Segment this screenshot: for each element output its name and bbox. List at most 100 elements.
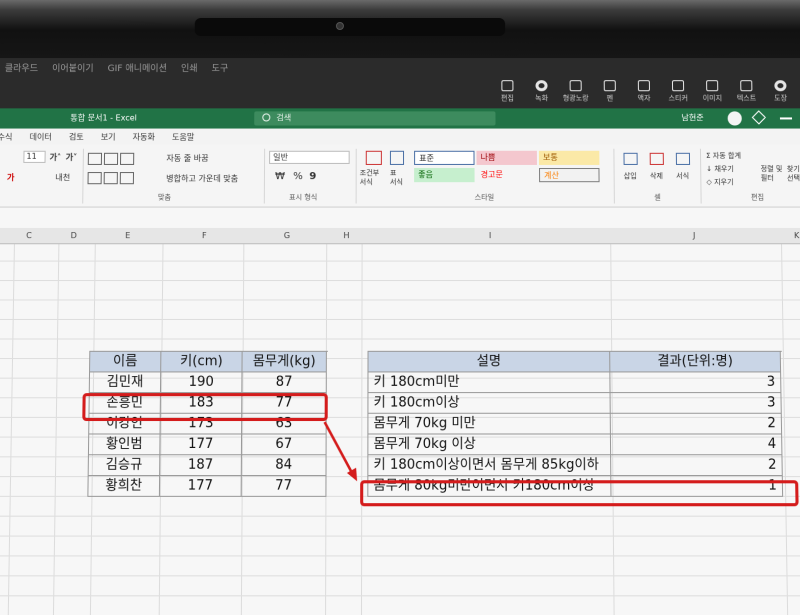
style-good[interactable]: 좋음 xyxy=(414,168,474,182)
table-header-cell[interactable]: 결과(단위:명) xyxy=(610,352,781,373)
style-warning-label: 경고문 xyxy=(481,170,503,179)
capture-tool-text[interactable]: 텍스트 xyxy=(729,80,764,106)
format-cells-button[interactable]: 서식 xyxy=(676,171,689,181)
table-cell[interactable]: 4 xyxy=(611,435,783,456)
capture-tool-sticker[interactable]: 스티커 xyxy=(661,80,695,106)
style-bad[interactable]: 나쁨 xyxy=(477,151,537,165)
tab-data[interactable]: 데이터 xyxy=(29,129,51,145)
table-cell[interactable]: 김승규 xyxy=(89,455,161,476)
phonetic-icon[interactable]: 내천 xyxy=(55,172,70,183)
table-cell[interactable]: 3 xyxy=(610,372,781,393)
column-header-f[interactable]: F xyxy=(202,231,207,240)
table-format-button[interactable]: 표 서식 xyxy=(390,169,403,187)
tab-formulas[interactable]: 수식 xyxy=(0,129,13,145)
tab-view[interactable]: 보기 xyxy=(101,129,116,145)
table-cell[interactable]: 황인범 xyxy=(89,435,161,456)
autosum-button[interactable]: Σ 자동 합계 xyxy=(706,151,741,161)
wrap-text-button[interactable]: 자동 줄 바꿈 xyxy=(166,153,208,164)
align-top-icon[interactable] xyxy=(88,153,102,165)
tab-help[interactable]: 도움말 xyxy=(172,129,194,145)
capture-menu-gif[interactable]: GIF 애니메이션 xyxy=(108,61,167,77)
capture-menu-cloud[interactable]: 클라우드 xyxy=(5,61,38,77)
grow-font-icon[interactable]: 가˄ xyxy=(50,152,62,163)
table-cell[interactable]: 2 xyxy=(611,414,782,435)
capture-tool-record[interactable]: 녹화 xyxy=(524,80,558,106)
capture-menu-print[interactable]: 인쇄 xyxy=(181,61,198,77)
capture-tool-frame[interactable]: 액자 xyxy=(627,80,661,106)
capture-tool-highlighter[interactable]: 형광노랑 xyxy=(559,80,593,106)
table-cell[interactable]: 87 xyxy=(242,372,326,393)
minimize-icon[interactable] xyxy=(780,117,792,119)
capture-menu-stitch[interactable]: 이어붙이기 xyxy=(52,61,94,77)
style-neutral[interactable]: 보통 xyxy=(539,151,600,165)
column-header-c[interactable]: C xyxy=(26,231,32,240)
table-cell[interactable]: 황희찬 xyxy=(88,476,160,497)
fill-button[interactable]: ↓ 채우기 xyxy=(706,164,734,174)
format-cells-icon[interactable] xyxy=(676,153,690,165)
avatar[interactable] xyxy=(728,111,742,125)
column-header-j[interactable]: J xyxy=(693,231,696,240)
table-cell[interactable]: 김민재 xyxy=(90,372,161,393)
column-header-g[interactable]: G xyxy=(284,231,290,240)
align-right-icon[interactable] xyxy=(120,172,134,184)
table-header-cell[interactable]: 키(cm) xyxy=(161,352,242,373)
tab-review[interactable]: 검토 xyxy=(69,129,84,145)
font-color-icon[interactable]: 가 xyxy=(7,172,15,183)
capture-menu-tools[interactable]: 도구 xyxy=(212,61,229,77)
table-cell[interactable]: 몸무게 70kg 이상 xyxy=(368,435,611,456)
user-name[interactable]: 남현준 xyxy=(681,112,703,123)
column-header-d[interactable]: D xyxy=(71,231,77,240)
table-cell[interactable]: 77 xyxy=(242,476,327,497)
table-cell[interactable]: 2 xyxy=(611,455,783,476)
align-bottom-icon[interactable] xyxy=(120,153,134,165)
table-cell[interactable]: 67 xyxy=(242,435,327,456)
column-header-i[interactable]: I xyxy=(489,231,491,240)
table-cell[interactable]: 190 xyxy=(161,372,243,393)
align-left-icon[interactable] xyxy=(88,172,102,184)
clear-button[interactable]: ◇ 지우기 xyxy=(706,177,733,187)
align-center-icon[interactable] xyxy=(104,172,118,184)
table-format-icon[interactable] xyxy=(390,151,404,165)
table-header-cell[interactable]: 설명 xyxy=(368,352,610,373)
insert-cells-button[interactable]: 삽입 xyxy=(624,171,637,181)
worksheet[interactable]: C D E F G H I J K 이름 키(cm) 몸무게(kg) 김민재 190 87… xyxy=(0,208,800,615)
table-cell[interactable]: 몸무게 70kg 미만 xyxy=(368,414,611,435)
table-cell[interactable]: 177 xyxy=(160,476,242,497)
table-cell[interactable]: 177 xyxy=(160,435,242,456)
search-input[interactable]: 검색 xyxy=(254,111,495,125)
style-normal[interactable]: 표준 xyxy=(414,151,474,165)
table-header-cell[interactable]: 몸무게(kg) xyxy=(242,352,326,373)
find-select-button[interactable]: 찾기 선택 xyxy=(787,165,800,183)
column-header-e[interactable]: E xyxy=(125,231,130,240)
style-warning[interactable]: 경고문 xyxy=(477,168,538,182)
table-cell[interactable]: 키 180cm이상 xyxy=(368,393,610,414)
comma-icon[interactable]: 9 xyxy=(309,171,316,182)
shrink-font-icon[interactable]: 가˅ xyxy=(66,152,78,163)
currency-icon[interactable]: ₩ xyxy=(275,171,285,182)
column-header-k[interactable]: K xyxy=(794,231,799,240)
insert-cells-icon[interactable] xyxy=(623,153,637,165)
column-header-h[interactable]: H xyxy=(343,231,349,240)
merge-center-button[interactable]: 병합하고 가운데 맞춤 xyxy=(166,173,238,184)
percent-icon[interactable]: % xyxy=(293,171,303,182)
search-placeholder: 검색 xyxy=(276,112,291,123)
table-cell[interactable]: 키 180cm이상이면서 몸무게 85kg이하 xyxy=(368,455,611,476)
style-calculation[interactable]: 계산 xyxy=(539,168,600,182)
table-cell[interactable]: 키 180cm미만 xyxy=(368,372,610,393)
tab-automate[interactable]: 자동화 xyxy=(133,129,155,145)
delete-cells-button[interactable]: 삭제 xyxy=(650,171,663,181)
capture-tool-image[interactable]: 이미지 xyxy=(695,80,729,106)
pen-icon[interactable] xyxy=(752,110,766,124)
conditional-format-button[interactable]: 조건부 서식 xyxy=(360,169,380,187)
table-header-cell[interactable]: 이름 xyxy=(90,352,161,373)
capture-tool-edit[interactable]: 편집 xyxy=(490,80,524,106)
table-cell[interactable]: 187 xyxy=(160,455,242,476)
sort-filter-button[interactable]: 정렬 및 필터 xyxy=(761,165,783,183)
table-cell[interactable]: 3 xyxy=(611,393,782,414)
table-cell[interactable]: 84 xyxy=(242,455,327,476)
capture-tool-pen[interactable]: 펜 xyxy=(593,80,627,106)
delete-cells-icon[interactable] xyxy=(650,153,664,165)
conditional-format-icon[interactable] xyxy=(366,151,382,165)
capture-tool-stamp[interactable]: 도장 xyxy=(763,80,798,106)
align-middle-icon[interactable] xyxy=(104,153,118,165)
